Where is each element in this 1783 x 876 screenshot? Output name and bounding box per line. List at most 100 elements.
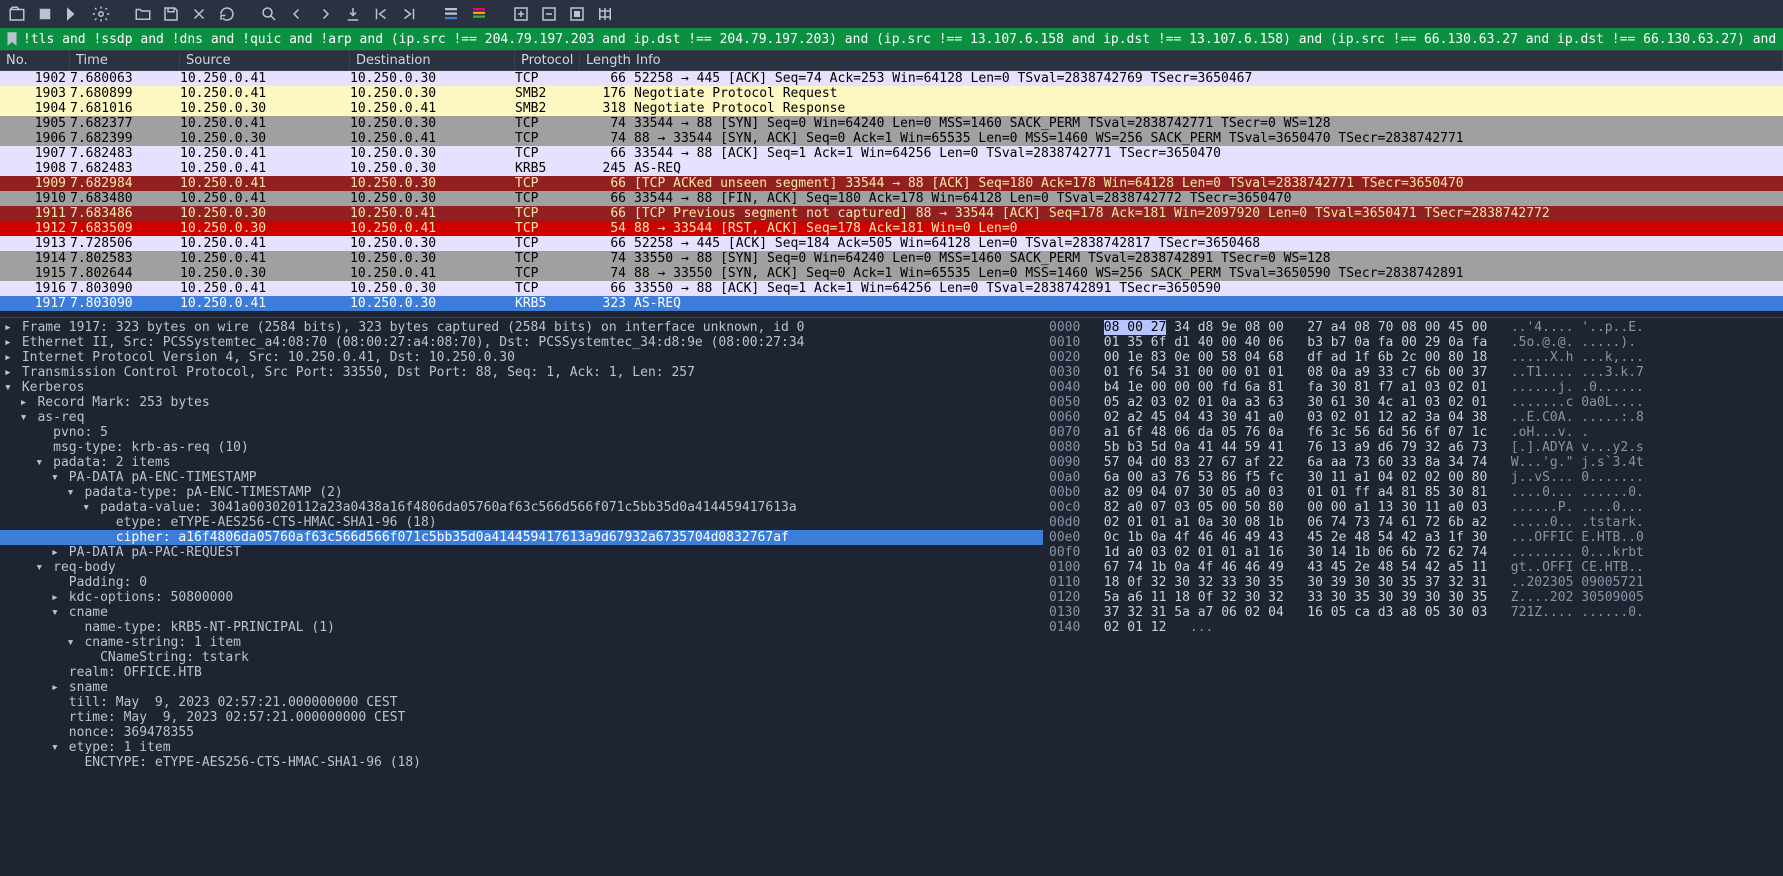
jump-icon[interactable] (342, 3, 364, 25)
tree-node[interactable]: ▾ padata-type: pA-ENC-TIMESTAMP (2) (0, 485, 1043, 500)
display-filter-input[interactable] (23, 32, 1780, 47)
hex-row[interactable]: 0080 5b b3 5d 0a 41 44 59 41 76 13 a9 d6… (1049, 440, 1777, 455)
col-info[interactable]: Info (630, 51, 1783, 70)
close-icon[interactable] (188, 3, 210, 25)
packet-row[interactable]: 19047.68101610.250.0.3010.250.0.41SMB231… (0, 101, 1783, 116)
tree-node[interactable]: ▸ Frame 1917: 323 bytes on wire (2584 bi… (0, 320, 1043, 335)
hex-row[interactable]: 00d0 02 01 01 a1 0a 30 08 1b 06 74 73 74… (1049, 515, 1777, 530)
hex-row[interactable]: 0120 5a a6 11 18 0f 32 30 32 33 30 35 30… (1049, 590, 1777, 605)
packet-row[interactable]: 19167.80309010.250.0.4110.250.0.30TCP663… (0, 281, 1783, 296)
tree-node[interactable]: ENCTYPE: eTYPE-AES256-CTS-HMAC-SHA1-96 (… (0, 755, 1043, 770)
options-icon[interactable] (90, 3, 112, 25)
tree-node[interactable]: ▸ sname (0, 680, 1043, 695)
hex-row[interactable]: 0110 18 0f 32 30 32 33 30 35 30 39 30 30… (1049, 575, 1777, 590)
back-icon[interactable] (286, 3, 308, 25)
hex-row[interactable]: 0090 57 04 d0 83 27 67 af 22 6a aa 73 60… (1049, 455, 1777, 470)
filter-bookmark-icon[interactable] (3, 30, 21, 48)
packet-bytes-hex[interactable]: 0000 08 00 27 34 d8 9e 08 00 27 a4 08 70… (1043, 318, 1783, 772)
tree-node[interactable]: ▸ Transmission Control Protocol, Src Por… (0, 365, 1043, 380)
tree-node[interactable]: nonce: 369478355 (0, 725, 1043, 740)
col-source[interactable]: Source (180, 51, 350, 70)
hex-row[interactable]: 00a0 6a 00 a3 76 53 86 f5 fc 30 11 a1 04… (1049, 470, 1777, 485)
tree-node[interactable]: CNameString: tstark (0, 650, 1043, 665)
hex-row[interactable]: 0030 01 f6 54 31 00 00 01 01 08 0a a9 33… (1049, 365, 1777, 380)
tree-node[interactable]: pvno: 5 (0, 425, 1043, 440)
reload-icon[interactable] (216, 3, 238, 25)
tree-node[interactable]: Padding: 0 (0, 575, 1043, 590)
tree-node[interactable]: ▸ PA-DATA pA-PAC-REQUEST (0, 545, 1043, 560)
packet-row[interactable]: 19077.68248310.250.0.4110.250.0.30TCP663… (0, 146, 1783, 161)
col-proto[interactable]: Protocol (515, 51, 580, 70)
tree-node[interactable]: cipher: a16f4806da05760af63c566d566f071c… (0, 530, 1043, 545)
tree-node[interactable]: ▾ padata-value: 3041a003020112a23a0438a1… (0, 500, 1043, 515)
tree-node[interactable]: ▸ Internet Protocol Version 4, Src: 10.2… (0, 350, 1043, 365)
tree-node[interactable]: ▾ as-req (0, 410, 1043, 425)
hex-row[interactable]: 0060 02 a2 45 04 43 30 41 a0 03 02 01 12… (1049, 410, 1777, 425)
zoom-out-icon[interactable] (538, 3, 560, 25)
tree-node[interactable]: ▸ kdc-options: 50800000 (0, 590, 1043, 605)
tree-node[interactable]: ▸ Ethernet II, Src: PCSSystemtec_a4:08:7… (0, 335, 1043, 350)
packet-row[interactable]: 19117.68348610.250.0.3010.250.0.41TCP66[… (0, 206, 1783, 221)
search-icon[interactable] (258, 3, 280, 25)
packet-row[interactable]: 19027.68006310.250.0.4110.250.0.30TCP665… (0, 71, 1783, 86)
packet-row[interactable]: 19157.80264410.250.0.3010.250.0.41TCP748… (0, 266, 1783, 281)
tree-node[interactable]: till: May 9, 2023 02:57:21.000000000 CES… (0, 695, 1043, 710)
tree-node[interactable]: name-type: kRB5-NT-PRINCIPAL (1) (0, 620, 1043, 635)
tree-node[interactable]: rtime: May 9, 2023 02:57:21.000000000 CE… (0, 710, 1043, 725)
hex-row[interactable]: 00e0 0c 1b 0a 4f 46 46 49 43 45 2e 48 54… (1049, 530, 1777, 545)
packet-row[interactable]: 19037.68089910.250.0.4110.250.0.30SMB217… (0, 86, 1783, 101)
tree-node[interactable]: ▾ etype: 1 item (0, 740, 1043, 755)
packet-list[interactable]: 19027.68006310.250.0.4110.250.0.30TCP665… (0, 71, 1783, 317)
tree-node[interactable]: ▾ req-body (0, 560, 1043, 575)
hex-row[interactable]: 0070 a1 6f 48 06 da 05 76 0a f6 3c 56 6d… (1049, 425, 1777, 440)
first-icon[interactable] (370, 3, 392, 25)
tree-node[interactable]: ▸ Record Mark: 253 bytes (0, 395, 1043, 410)
hex-row[interactable]: 0010 01 35 6f d1 40 00 40 06 b3 b7 0a fa… (1049, 335, 1777, 350)
fin-icon[interactable] (62, 3, 84, 25)
packet-details-tree[interactable]: ▸ Frame 1917: 323 bytes on wire (2584 bi… (0, 318, 1043, 772)
col-time[interactable]: Time (70, 51, 180, 70)
hex-row[interactable]: 0100 67 74 1b 0a 4f 46 46 49 43 45 2e 48… (1049, 560, 1777, 575)
tree-node[interactable]: ▾ PA-DATA pA-ENC-TIMESTAMP (0, 470, 1043, 485)
col-no[interactable]: No. (0, 51, 70, 70)
autoscroll-icon[interactable] (440, 3, 462, 25)
tree-node[interactable]: realm: OFFICE.HTB (0, 665, 1043, 680)
hex-row[interactable]: 00f0 1d a0 03 02 01 01 a1 16 30 14 1b 06… (1049, 545, 1777, 560)
zoom-reset-icon[interactable] (566, 3, 588, 25)
packet-row[interactable]: 19067.68239910.250.0.3010.250.0.41TCP748… (0, 131, 1783, 146)
open-icon[interactable] (132, 3, 154, 25)
hex-row[interactable]: 0130 37 32 31 5a a7 06 02 04 16 05 ca d3… (1049, 605, 1777, 620)
packet-row[interactable]: 19097.68298410.250.0.4110.250.0.30TCP66[… (0, 176, 1783, 191)
resize-cols-icon[interactable] (594, 3, 616, 25)
tree-node[interactable]: ▾ Kerberos (0, 380, 1043, 395)
last-icon[interactable] (398, 3, 420, 25)
save-icon[interactable] (160, 3, 182, 25)
packet-row[interactable]: 19057.68237710.250.0.4110.250.0.30TCP743… (0, 116, 1783, 131)
hex-row[interactable]: 00c0 82 a0 07 03 05 00 50 80 00 00 a1 13… (1049, 500, 1777, 515)
col-dest[interactable]: Destination (350, 51, 515, 70)
packet-row[interactable]: 19087.68248310.250.0.4110.250.0.30KRB524… (0, 161, 1783, 176)
packet-row[interactable]: 19127.68350910.250.0.3010.250.0.41TCP548… (0, 221, 1783, 236)
packet-row[interactable]: 19137.72850610.250.0.4110.250.0.30TCP665… (0, 236, 1783, 251)
zoom-in-icon[interactable] (510, 3, 532, 25)
forward-icon[interactable] (314, 3, 336, 25)
tree-node[interactable]: msg-type: krb-as-req (10) (0, 440, 1043, 455)
col-len[interactable]: Length (580, 51, 630, 70)
hex-row[interactable]: 00b0 a2 09 04 07 30 05 a0 03 01 01 ff a4… (1049, 485, 1777, 500)
packet-row[interactable]: 19107.68348010.250.0.4110.250.0.30TCP663… (0, 191, 1783, 206)
tree-node[interactable]: ▾ padata: 2 items (0, 455, 1043, 470)
main-toolbar (0, 0, 1783, 28)
hex-row[interactable]: 0140 02 01 12 ... (1049, 620, 1777, 635)
tree-node[interactable]: etype: eTYPE-AES256-CTS-HMAC-SHA1-96 (18… (0, 515, 1043, 530)
colorize-icon[interactable] (468, 3, 490, 25)
open-file-icon[interactable] (6, 3, 28, 25)
hex-row[interactable]: 0000 08 00 27 34 d8 9e 08 00 27 a4 08 70… (1049, 320, 1777, 335)
stop-icon[interactable] (34, 3, 56, 25)
hex-row[interactable]: 0020 00 1e 83 0e 00 58 04 68 df ad 1f 6b… (1049, 350, 1777, 365)
hex-row[interactable]: 0040 b4 1e 00 00 00 fd 6a 81 fa 30 81 f7… (1049, 380, 1777, 395)
packet-row[interactable]: 19177.80309010.250.0.4110.250.0.30KRB532… (0, 296, 1783, 311)
packet-row[interactable]: 19147.80258310.250.0.4110.250.0.30TCP743… (0, 251, 1783, 266)
hex-row[interactable]: 0050 05 a2 03 02 01 0a a3 63 30 61 30 4c… (1049, 395, 1777, 410)
tree-node[interactable]: ▾ cname-string: 1 item (0, 635, 1043, 650)
tree-node[interactable]: ▾ cname (0, 605, 1043, 620)
